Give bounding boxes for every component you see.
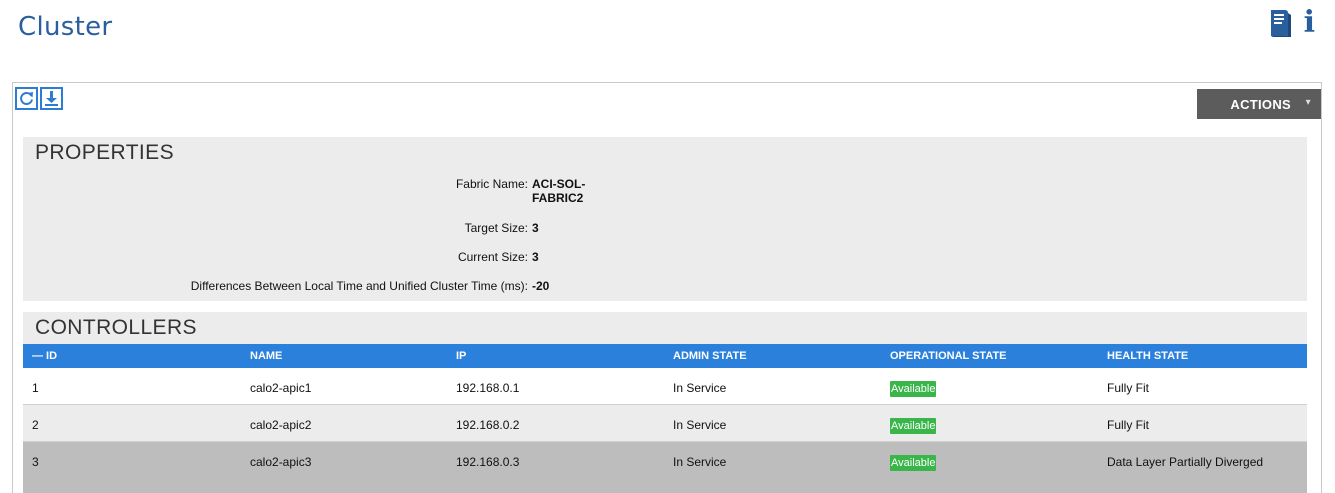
download-button[interactable] (40, 87, 63, 110)
toolbar: ACTIONS ▾ (13, 83, 1321, 121)
cell-admin-state: In Service (673, 381, 727, 395)
actions-button[interactable]: ACTIONS ▾ (1197, 89, 1321, 119)
cell-health-state: Fully Fit (1107, 418, 1149, 432)
cluster-panel: ACTIONS ▾ PROPERTIES Fabric Name: ACI-SO… (12, 82, 1322, 493)
properties-title: PROPERTIES (35, 141, 174, 164)
info-icon[interactable]: i (1304, 8, 1315, 38)
cell-admin-state: In Service (673, 455, 727, 469)
time-difference-label: Differences Between Local Time and Unifi… (190, 279, 528, 293)
book-icon[interactable] (1268, 8, 1292, 38)
cell-admin-state: In Service (673, 418, 727, 432)
cell-id: 2 (32, 418, 39, 432)
column-header-operational-state[interactable]: OPERATIONAL STATE (890, 350, 1007, 362)
page-title: Cluster (18, 12, 113, 42)
table-header: — ID NAME IP ADMIN STATE OPERATIONAL STA… (23, 344, 1307, 368)
column-header-ip[interactable]: IP (456, 350, 466, 362)
column-header-id[interactable]: — ID (32, 350, 57, 362)
header-icons: i (1268, 8, 1315, 38)
controllers-title: CONTROLLERS (35, 316, 197, 339)
cell-health-state: Data Layer Partially Diverged (1107, 455, 1264, 469)
cell-id: 3 (32, 455, 39, 469)
table-row[interactable]: 3 calo2-apic3 192.168.0.3 In Service Ava… (23, 442, 1307, 493)
controllers-section: CONTROLLERS — ID NAME IP ADMIN STATE OPE… (23, 312, 1307, 493)
column-header-admin-state[interactable]: ADMIN STATE (673, 350, 747, 362)
status-badge: Available (890, 455, 937, 471)
status-badge: Available (890, 418, 937, 434)
cell-health-state: Fully Fit (1107, 381, 1149, 395)
time-difference-value: -20 (532, 279, 550, 293)
cell-id: 1 (32, 381, 39, 395)
cell-ip: 192.168.0.3 (456, 455, 520, 469)
current-size-value: 3 (532, 250, 539, 264)
table-row[interactable]: 1 calo2-apic1 192.168.0.1 In Service Ava… (23, 368, 1307, 404)
cell-name: calo2-apic1 (250, 381, 312, 395)
properties-section: PROPERTIES Fabric Name: ACI-SOL- FABRIC2… (23, 137, 1307, 301)
column-header-name[interactable]: NAME (250, 350, 282, 362)
caret-down-icon: ▾ (1305, 97, 1311, 108)
cell-ip: 192.168.0.2 (456, 418, 520, 432)
target-size-value: 3 (532, 221, 539, 235)
fabric-name-label: Fabric Name: (455, 177, 528, 191)
status-badge: Available (890, 381, 937, 397)
cell-name: calo2-apic2 (250, 418, 312, 432)
current-size-label: Current Size: (457, 250, 528, 264)
cell-ip: 192.168.0.1 (456, 381, 520, 395)
refresh-icon (20, 92, 33, 105)
table-row[interactable]: 2 calo2-apic2 192.168.0.2 In Service Ava… (23, 405, 1307, 441)
target-size-label: Target Size: (464, 221, 528, 235)
column-header-health-state[interactable]: HEALTH STATE (1107, 350, 1188, 362)
actions-label: ACTIONS (1230, 96, 1291, 112)
refresh-button[interactable] (15, 87, 38, 110)
fabric-name-value: ACI-SOL- FABRIC2 (532, 177, 586, 205)
download-icon (45, 91, 58, 106)
cell-name: calo2-apic3 (250, 455, 312, 469)
